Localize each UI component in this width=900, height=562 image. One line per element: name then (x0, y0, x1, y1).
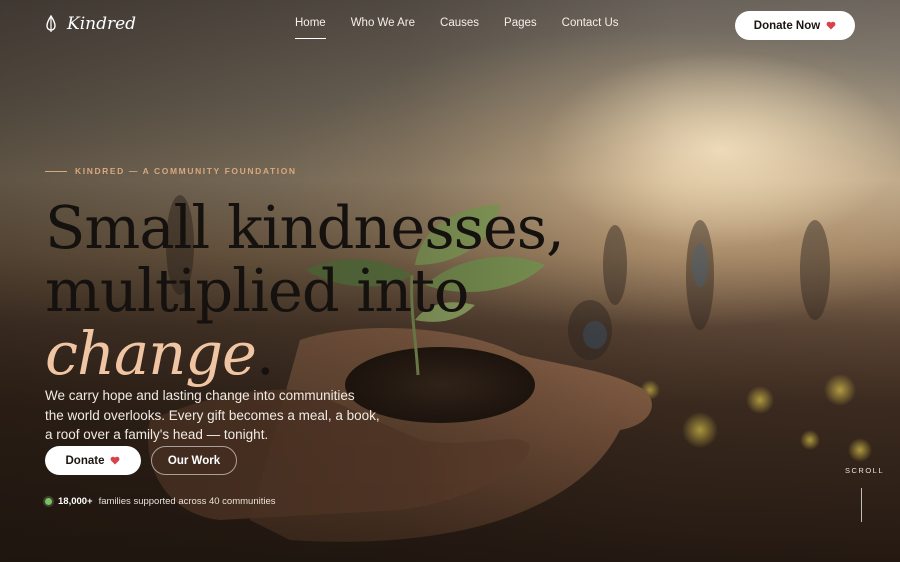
donate-now-button[interactable]: Donate Now (735, 11, 855, 40)
leaf-drop-icon (46, 15, 56, 32)
donate-label: Donate (65, 454, 105, 467)
nav-link-who-we-are[interactable]: Who We Are (351, 17, 415, 29)
stat-number: 18,000+ (58, 496, 93, 507)
donate-now-label: Donate Now (753, 19, 821, 32)
headline-line-2: multiplied into (45, 256, 469, 325)
nav-link-contact-us[interactable]: Contact Us (562, 17, 619, 29)
nav-link-causes[interactable]: Causes (440, 17, 479, 29)
our-work-label: Our Work (167, 454, 221, 467)
lede-line-3: a roof over a family's head — tonight. (45, 427, 269, 442)
headline-period: . (255, 319, 275, 388)
eyebrow-rule (45, 170, 67, 172)
primary-nav: Home Who We Are Causes Pages Contact Us (295, 17, 619, 39)
donate-button[interactable]: Donate (45, 446, 141, 475)
scroll-indicator-label[interactable]: SCROLL (845, 466, 884, 475)
impact-stat: 18,000+ families supported across 40 com… (45, 496, 276, 507)
eyebrow-text: KINDRED — A COMMUNITY FOUNDATION (75, 166, 297, 176)
brand-name: Kindred (67, 14, 137, 34)
hero-headline: Small kindnesses, multiplied into change… (45, 193, 565, 385)
heart-icon (111, 456, 120, 465)
hero-section: Kindred Home Who We Are Causes Pages Con… (0, 0, 900, 562)
hero-description: We carry hope and lasting change into co… (45, 386, 405, 445)
headline-line-1: Small kindnesses, (45, 193, 565, 262)
hero-eyebrow: KINDRED — A COMMUNITY FOUNDATION (45, 166, 297, 176)
headline-accent-word: change (45, 319, 257, 388)
lede-line-2: the world overlooks. Every gift becomes … (45, 407, 380, 423)
nav-link-pages[interactable]: Pages (504, 17, 537, 29)
lede-line-1: We carry hope and lasting change into co… (45, 388, 355, 403)
headline-line-3: change. (45, 322, 564, 385)
scroll-indicator-line (861, 488, 862, 522)
heart-icon (826, 21, 836, 30)
our-work-button[interactable]: Our Work (151, 446, 237, 475)
status-dot-icon (45, 498, 52, 505)
stat-text: families supported across 40 communities (98, 496, 276, 507)
top-navigation: Kindred Home Who We Are Causes Pages Con… (0, 0, 900, 50)
brand-logo[interactable]: Kindred (45, 14, 136, 34)
nav-link-home[interactable]: Home (295, 17, 326, 39)
